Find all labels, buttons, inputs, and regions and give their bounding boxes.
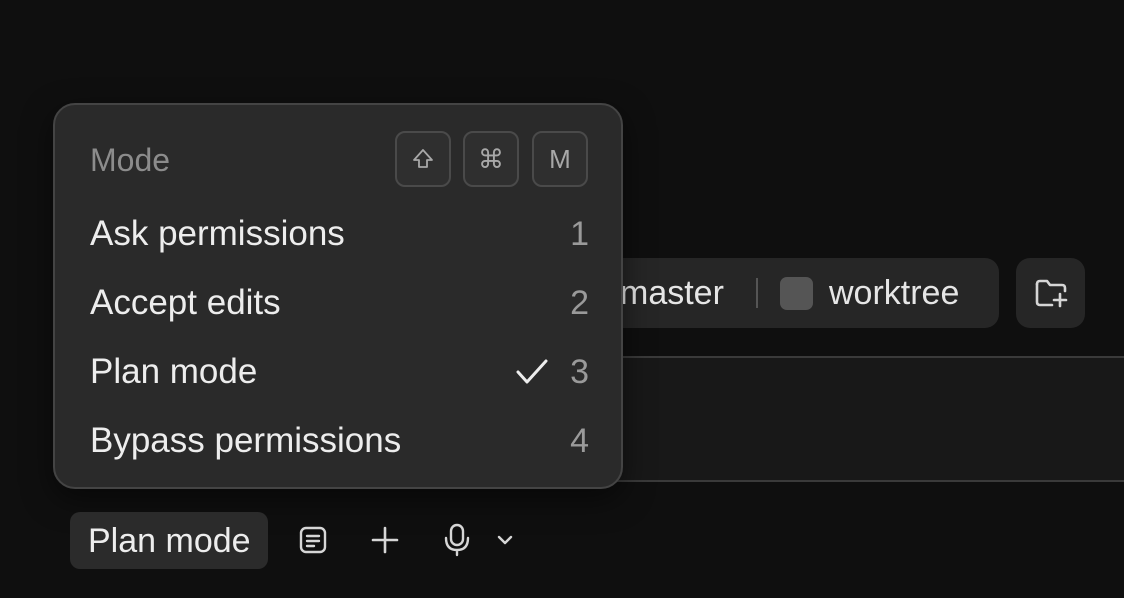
shortcut-key-command: ⌘ (463, 131, 519, 187)
mode-item-bypass-permissions[interactable]: Bypass permissions 4 (55, 408, 621, 474)
mode-item-plan-mode[interactable]: Plan mode 3 (55, 339, 621, 405)
mode-item-label: Ask permissions (90, 214, 345, 253)
app-root: master worktree stion Mode ⌘ M Ask permi… (0, 0, 1124, 598)
mode-item-label: Plan mode (90, 352, 258, 391)
branch-name[interactable]: master (620, 272, 724, 314)
mode-item-accept-edits[interactable]: Accept edits 2 (55, 270, 621, 336)
mode-menu: Mode ⌘ M Ask permissions 1 Accept edits … (53, 103, 623, 489)
microphone-icon (444, 523, 470, 557)
add-button[interactable] (367, 522, 403, 558)
add-folder-button[interactable] (1016, 258, 1085, 328)
plus-icon (371, 526, 399, 554)
worktree-color-swatch[interactable] (780, 277, 813, 310)
mode-item-shortcut: 2 (570, 284, 589, 322)
mode-item-shortcut: 4 (570, 422, 589, 460)
mode-item-shortcut: 3 (570, 353, 589, 391)
branch-divider (756, 278, 758, 308)
notes-icon (299, 526, 327, 554)
mode-item-label: Bypass permissions (90, 421, 402, 460)
mode-selector-button[interactable]: Plan mode (70, 512, 268, 569)
shortcut-key-shift (395, 131, 451, 187)
mode-selector-label: Plan mode (88, 522, 251, 560)
mode-menu-title: Mode (90, 142, 171, 178)
notes-button[interactable] (295, 522, 331, 558)
mode-item-label: Accept edits (90, 283, 281, 322)
chevron-down-icon (497, 535, 513, 545)
shift-icon (413, 149, 433, 168)
microphone-button[interactable] (439, 522, 475, 558)
checkmark-icon (516, 359, 548, 384)
message-input[interactable] (540, 356, 1124, 482)
microphone-options-button[interactable] (490, 522, 520, 558)
mode-item-ask-permissions[interactable]: Ask permissions 1 (55, 201, 621, 267)
folder-plus-icon (1035, 279, 1067, 308)
shortcut-key-m: M (532, 131, 588, 187)
mode-item-shortcut: 1 (570, 215, 589, 253)
worktree-label[interactable]: worktree (829, 272, 959, 314)
